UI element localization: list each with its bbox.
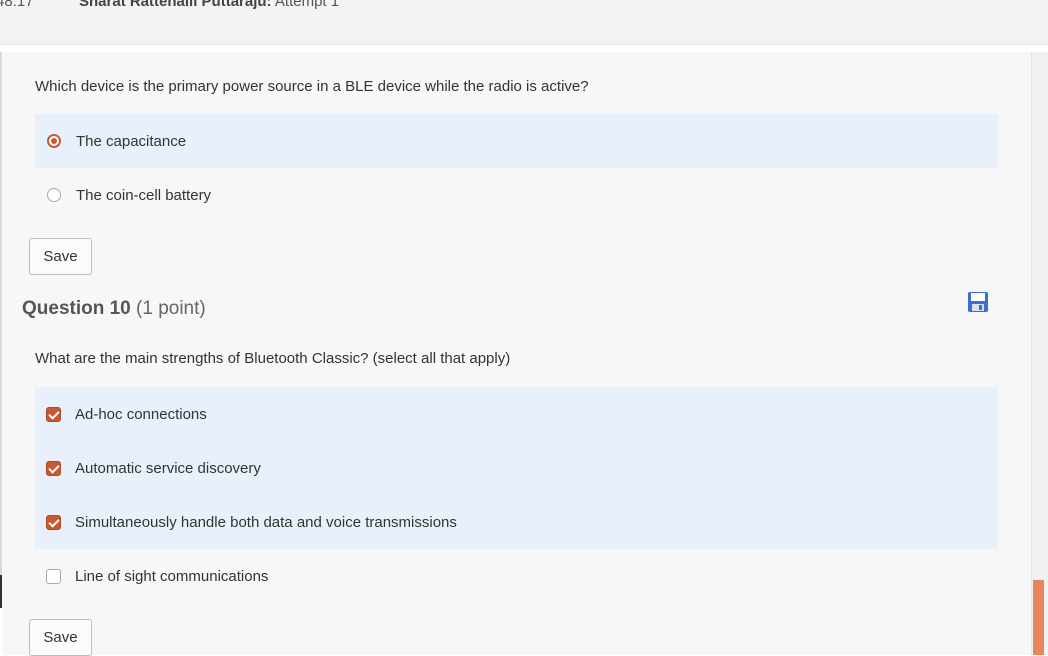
question-9-option-capacitance[interactable]: The capacitance [35, 114, 998, 168]
user-name: Sharat Rattehalli Puttaraju: [79, 0, 272, 10]
option-label: The coin-cell battery [76, 186, 212, 204]
checkbox[interactable] [46, 568, 61, 584]
quiz-header-bar: 48:17 Sharat Rattehalli Puttaraju: Attem… [0, 0, 1048, 45]
question-number: Question 10 [22, 298, 131, 319]
option-label: Automatic service discovery [75, 459, 261, 477]
radio-button[interactable] [47, 188, 61, 202]
quiz-content: Which device is the primary power source… [2, 52, 1031, 656]
option-label: Simultaneously handle both data and voic… [75, 513, 457, 531]
question-10-option-data-voice[interactable]: Simultaneously handle both data and voic… [35, 495, 998, 549]
question-10-heading: Question 10 (1 point) [22, 298, 206, 320]
attempt-info: Sharat Rattehalli Puttaraju: Attempt 1 [79, 0, 339, 10]
option-label: Ad-hoc connections [75, 405, 207, 423]
floppy-disk-icon[interactable] [967, 291, 989, 313]
checkbox-checked[interactable] [46, 460, 61, 476]
question-10-option-ad-hoc[interactable]: Ad-hoc connections [35, 387, 998, 441]
option-label: The capacitance [76, 132, 187, 150]
question-points: (1 point) [136, 298, 206, 319]
radio-button-selected[interactable] [47, 134, 61, 148]
question-10-text: What are the main strengths of Bluetooth… [35, 350, 511, 367]
question-9-option-coin-cell[interactable]: The coin-cell battery [35, 169, 998, 221]
timer: 48:17 [0, 0, 34, 10]
checkbox-checked[interactable] [46, 406, 61, 422]
question-10-save-button[interactable]: Save [29, 619, 92, 656]
attempt-label: Attempt 1 [274, 0, 340, 10]
option-label: Line of sight communications [75, 567, 269, 585]
question-10-option-line-of-sight[interactable]: Line of sight communications [35, 550, 998, 602]
question-9-text: Which device is the primary power source… [35, 78, 589, 95]
question-10-option-service-discovery[interactable]: Automatic service discovery [35, 441, 998, 495]
question-9-save-button[interactable]: Save [29, 238, 92, 275]
checkbox-checked[interactable] [46, 514, 61, 530]
scrollbar[interactable] [1031, 52, 1048, 655]
scrollbar-thumb[interactable] [1033, 580, 1044, 655]
